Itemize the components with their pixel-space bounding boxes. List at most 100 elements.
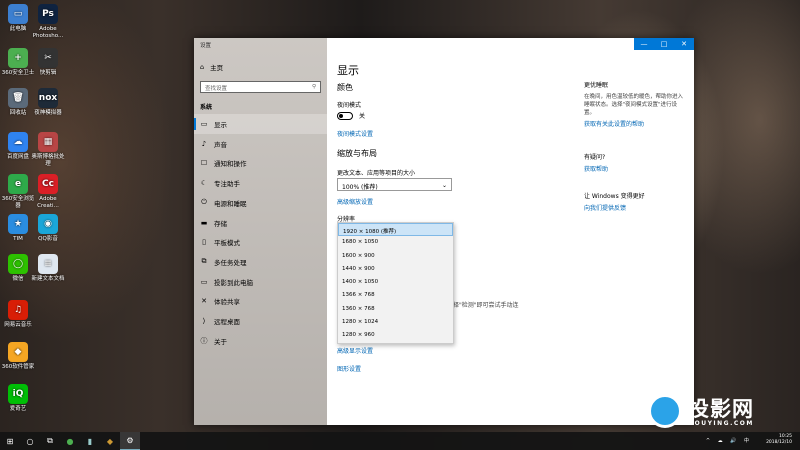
- watermark-logo: [648, 394, 682, 428]
- app-icon: ▭: [8, 4, 28, 24]
- sidebar-item-icon: ⓘ: [200, 336, 208, 345]
- tray-icons[interactable]: ^ ☁ 🔊 中: [706, 437, 752, 444]
- sidebar-item[interactable]: ✕ 体验共享: [194, 291, 327, 311]
- resolution-dropdown[interactable]: 1920 × 1080 (推荐) 1680 × 1050 1600 × 900 144…: [337, 222, 454, 344]
- scale-value: 100% (推荐): [342, 184, 378, 191]
- sidebar-item[interactable]: ▭ 显示: [194, 114, 327, 134]
- sidebar-item-label: 体验共享: [214, 298, 240, 307]
- sidebar-item[interactable]: ♪ 声音: [194, 134, 327, 154]
- sidebar-item[interactable]: ☐ 通知和操作: [194, 153, 327, 173]
- app-taskbar-icon[interactable]: ◆: [100, 432, 120, 450]
- sidebar-item-label: 多任务处理: [214, 258, 247, 267]
- desktop-icon[interactable]: ✂ 快剪辑: [30, 48, 66, 77]
- sidebar-item-label: 声音: [214, 140, 227, 149]
- resolution-option[interactable]: 1920 × 1080 (推荐): [338, 223, 453, 237]
- app-icon: ✂: [38, 48, 58, 68]
- page-title: 显示: [337, 64, 359, 77]
- desktop-icon[interactable]: iQ 爱奇艺: [0, 384, 36, 413]
- desktop-icon[interactable]: ◆ 360软件管家: [0, 342, 36, 371]
- maximize-button[interactable]: □: [654, 38, 674, 50]
- app-icon: ▦: [38, 132, 58, 152]
- night-mode-label: 夜间模式: [337, 102, 362, 109]
- desktop-icon[interactable]: Ps Adobe Photosho...: [30, 4, 66, 39]
- advanced-display-link[interactable]: 高级显示设置: [337, 346, 373, 355]
- desktop-icon[interactable]: ▦ 奥斯博格批处理: [30, 132, 66, 167]
- sidebar-item[interactable]: ☾ 专注助手: [194, 173, 327, 193]
- app-icon: ♫: [8, 300, 28, 320]
- sidebar-item-label: 投影到此电脑: [214, 278, 253, 287]
- file-taskbar-icon[interactable]: ▮: [80, 432, 100, 450]
- app-icon: +: [8, 48, 28, 68]
- resolution-option[interactable]: 1366 × 768: [338, 289, 453, 302]
- browser-taskbar-icon[interactable]: ●: [60, 432, 80, 450]
- search-icon[interactable]: ○: [20, 432, 40, 450]
- desktop-icon[interactable]: ◉ QQ影音: [30, 214, 66, 243]
- desktop-icon-label: 奥斯博格批处理: [31, 154, 65, 167]
- sidebar-home-label: 主页: [210, 64, 224, 72]
- desktop-icon-label: 360软件管家: [1, 364, 35, 370]
- sidebar-home[interactable]: ⌂ 主页: [200, 62, 223, 72]
- sleep-heading: 更优睡眠: [584, 82, 609, 89]
- settings-taskbar-icon[interactable]: ⚙: [120, 432, 140, 450]
- app-icon: ★: [8, 214, 28, 234]
- sidebar-item[interactable]: ⏻ 电源和睡眠: [194, 193, 327, 213]
- desktop-icon[interactable]: nox 夜神模拟器: [30, 88, 66, 117]
- sidebar-item-icon: ⟩: [202, 317, 206, 325]
- sidebar-item-label: 电源和睡眠: [214, 199, 247, 208]
- desktop-icon[interactable]: ♫ 网易云音乐: [0, 300, 36, 329]
- color-heading: 颜色: [337, 83, 353, 92]
- clock[interactable]: 10:25 2018/12/10: [766, 434, 792, 446]
- watermark-url: TOUYING.COM: [689, 420, 754, 427]
- resolution-option[interactable]: 1440 × 900: [338, 263, 453, 276]
- minimize-button[interactable]: —: [634, 38, 654, 50]
- night-mode-settings-link[interactable]: 夜间模式设置: [337, 129, 373, 138]
- feedback-link[interactable]: 向我们提供反馈: [584, 203, 684, 212]
- sidebar-item[interactable]: ▯ 平板模式: [194, 232, 327, 252]
- search-placeholder: 查找设置: [205, 86, 228, 92]
- app-icon: Ps: [38, 4, 58, 24]
- resolution-option[interactable]: 1280 × 960: [338, 329, 453, 342]
- app-icon: e: [8, 174, 28, 194]
- search-input[interactable]: 查找设置 ⚲: [200, 81, 321, 93]
- sidebar-item-icon: ☐: [200, 159, 208, 168]
- resolution-option[interactable]: 1400 × 1050: [338, 276, 453, 289]
- sidebar-item-label: 通知和操作: [214, 160, 247, 169]
- scale-heading: 缩放与布局: [337, 149, 377, 158]
- advanced-scale-link[interactable]: 高级缩放设置: [337, 197, 373, 206]
- right-panel: 更优睡眠 在晚间，用色温较低的暖色，帮助你进入睡眠状态。选择"夜间模式设置"进行…: [584, 80, 684, 212]
- graphics-settings-link[interactable]: 图形设置: [337, 364, 361, 373]
- resolution-option[interactable]: 1280 × 1024: [338, 316, 453, 329]
- app-icon: ◆: [8, 342, 28, 362]
- sidebar-item-icon: ♪: [201, 139, 207, 148]
- scale-label: 更改文本、应用等项目的大小: [337, 170, 416, 177]
- sleep-help-link[interactable]: 获取有关此设置的帮助: [584, 119, 684, 128]
- sidebar-item[interactable]: ⓘ 关于: [194, 331, 327, 351]
- sidebar-item-icon: ▭: [200, 277, 208, 286]
- scale-select[interactable]: 100% (推荐) ⌄: [337, 178, 452, 191]
- desktop-icon[interactable]: Cc Adobe Creati...: [30, 174, 66, 209]
- close-button[interactable]: ✕: [674, 38, 694, 50]
- sidebar-item[interactable]: ▬ 存储: [194, 213, 327, 233]
- night-mode-state: 关: [359, 113, 366, 120]
- sidebar-item-icon: ☾: [200, 179, 208, 188]
- night-mode-toggle[interactable]: [337, 111, 353, 120]
- sidebar-item[interactable]: ⧉ 多任务处理: [194, 252, 327, 272]
- sidebar-item-icon: ✕: [201, 297, 207, 306]
- sidebar-item-icon: ⧉: [201, 257, 207, 266]
- sidebar-item-icon: ⏻: [201, 198, 207, 207]
- get-help-link[interactable]: 获取帮助: [584, 164, 684, 173]
- app-icon: ☁: [8, 132, 28, 152]
- resolution-option[interactable]: 1360 × 768: [338, 303, 453, 316]
- watermark-brand: 投影网: [688, 397, 754, 421]
- app-icon: 🗑: [8, 88, 28, 108]
- app-icon: ◯: [8, 254, 28, 274]
- sidebar-item[interactable]: ⟩ 远程桌面: [194, 311, 327, 331]
- desktop-icon[interactable]: ≡ 新建文本文档: [30, 254, 66, 283]
- resolution-option[interactable]: 1680 × 1050: [338, 236, 453, 249]
- app-icon: ◉: [38, 214, 58, 234]
- sidebar-item-icon: ▯: [202, 238, 206, 247]
- resolution-option[interactable]: 1600 × 900: [338, 250, 453, 263]
- sidebar-item[interactable]: ▭ 投影到此电脑: [194, 272, 327, 292]
- start-button[interactable]: ⊞: [0, 432, 20, 450]
- task-view-icon[interactable]: ⧉: [40, 432, 60, 450]
